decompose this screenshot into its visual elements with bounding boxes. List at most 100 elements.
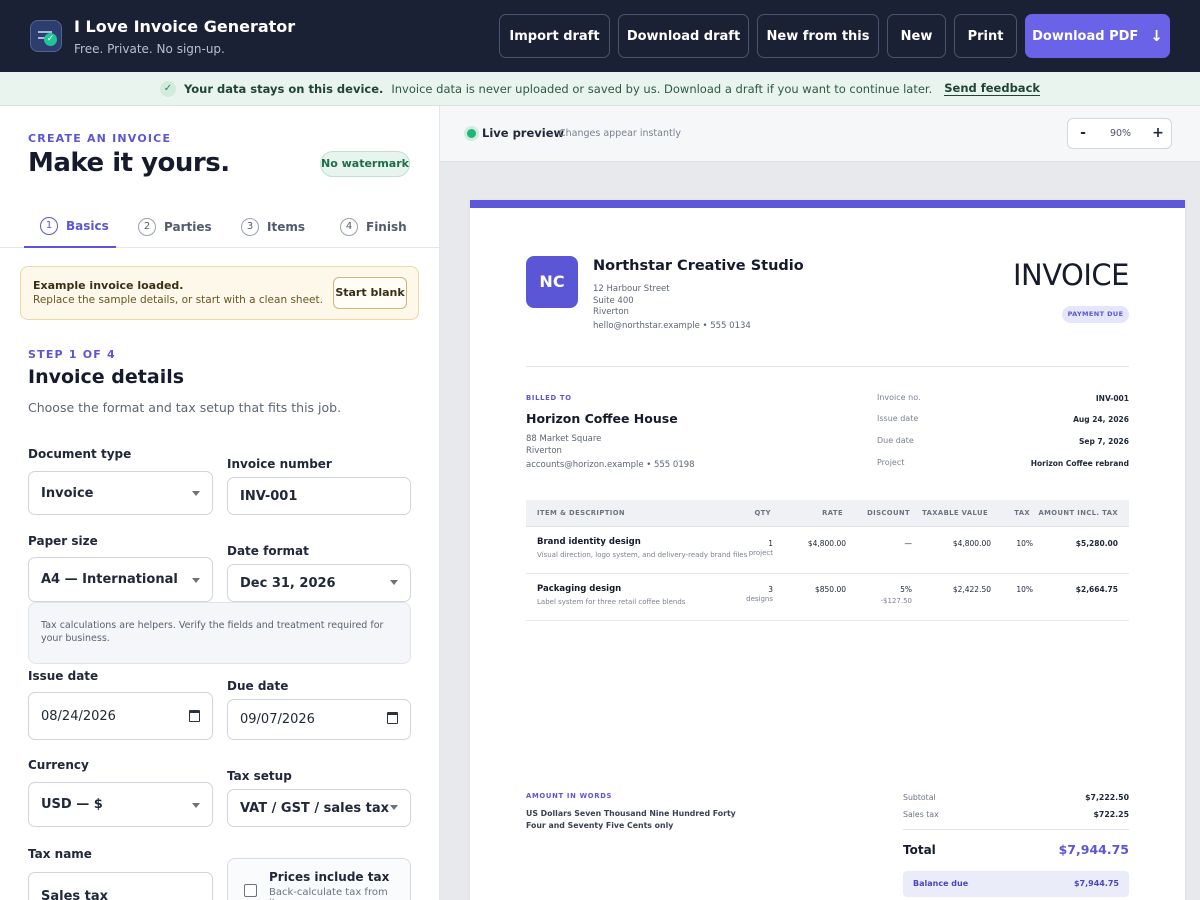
app-title: I Love Invoice Generator <box>74 17 296 36</box>
tab-items[interactable]: 3 Items <box>241 206 305 248</box>
company-name: Northstar Creative Studio <box>593 258 804 274</box>
item-discount-amount: -$127.50 <box>880 597 912 605</box>
chevron-down-icon <box>192 491 200 496</box>
due-date-label: Due date <box>227 679 289 693</box>
item-rate: $850.00 <box>814 585 846 594</box>
meta-value: Aug 24, 2026 <box>1073 415 1129 424</box>
example-loaded-banner: Example invoice loaded. Replace the samp… <box>20 266 419 320</box>
client-contact: accounts@horizon.example • 555 0198 <box>526 460 695 470</box>
col-item: ITEM & DESCRIPTION <box>537 509 625 517</box>
company-logo: NC <box>526 256 578 308</box>
col-amount: AMOUNT INCL. TAX <box>1038 509 1118 517</box>
tax-name-input[interactable]: Sales tax <box>28 872 213 900</box>
table-row: Brand identity design Visual direction, … <box>526 527 1129 574</box>
tab-number: 3 <box>241 218 259 236</box>
tax-helper-note: Tax calculations are helpers. Verify the… <box>28 602 411 664</box>
company-contact: hello@northstar.example • 555 0134 <box>593 321 751 331</box>
total-value: $7,944.75 <box>1058 842 1129 857</box>
payment-status-badge: PAYMENT DUE <box>1062 306 1129 323</box>
tab-number: 4 <box>340 218 358 236</box>
no-watermark-badge: No watermark <box>320 151 410 177</box>
invoice-number-input[interactable]: INV-001 <box>227 477 411 515</box>
calendar-icon[interactable] <box>387 712 398 724</box>
tax-setup-select[interactable]: VAT / GST / sales tax <box>227 789 411 827</box>
invoice-paper: NC Northstar Creative Studio 12 Harbour … <box>470 200 1185 900</box>
download-pdf-button[interactable]: Download PDF ↓ <box>1025 14 1170 58</box>
company-address-line: 12 Harbour Street <box>593 284 670 294</box>
currency-select[interactable]: USD — $ <box>28 782 213 827</box>
item-qty: 3 <box>768 585 773 594</box>
date-format-value: Dec 31, 2026 <box>240 575 336 591</box>
item-amount: $5,280.00 <box>1075 539 1118 548</box>
import-draft-button[interactable]: Import draft <box>499 14 610 58</box>
new-from-this-button[interactable]: New from this <box>757 14 879 58</box>
item-unit: designs <box>746 595 773 603</box>
item-discount: 5% <box>900 585 912 594</box>
subtotal-label: Subtotal <box>903 793 936 802</box>
meta-value: Sep 7, 2026 <box>1078 437 1129 446</box>
balance-due-label: Balance due <box>913 879 969 888</box>
zoom-level: 90% <box>1109 128 1132 139</box>
col-taxable: TAXABLE VALUE <box>922 509 988 517</box>
chevron-down-icon <box>390 805 398 810</box>
check-circle-icon: ✓ <box>159 80 176 97</box>
zoom-in-button[interactable]: + <box>1143 119 1173 148</box>
item-rate: $4,800.00 <box>807 539 846 548</box>
item-unit: project <box>748 549 773 557</box>
chevron-down-icon <box>192 578 200 583</box>
chevron-down-icon <box>192 803 200 808</box>
date-format-select[interactable]: Dec 31, 2026 <box>227 564 411 602</box>
document-type-label: Document type <box>28 447 132 461</box>
divider <box>903 829 1129 830</box>
meta-label: Issue date <box>877 414 919 423</box>
amount-in-words: US Dollars Seven Thousand Nine Hundred F… <box>526 809 736 830</box>
issue-date-input[interactable]: 08/24/2026 <box>28 692 213 740</box>
item-tax: 10% <box>1016 539 1033 548</box>
total-label: Total <box>903 843 936 857</box>
tab-parties[interactable]: 2 Parties <box>138 206 212 248</box>
step-tabs: 1 Basics 2 Parties 3 Items 4 Finish <box>0 206 439 248</box>
divider <box>526 366 1129 367</box>
tab-basics[interactable]: 1 Basics <box>24 206 116 248</box>
meta-label: Due date <box>877 436 914 445</box>
document-type-select[interactable]: Invoice <box>28 471 213 515</box>
tax-total-value: $722.25 <box>1093 810 1129 819</box>
preview-toolbar: Live preview Changes appear instantly - … <box>440 106 1200 162</box>
paper-size-label: Paper size <box>28 534 98 548</box>
paper-size-value: A4 — International <box>41 572 178 587</box>
step-indicator: STEP 1 OF 4 <box>28 348 116 361</box>
zoom-out-button[interactable]: - <box>1068 119 1098 148</box>
date-format-label: Date format <box>227 544 309 558</box>
company-address-line: Suite 400 <box>593 296 634 306</box>
item-taxable: $2,422.50 <box>952 585 991 594</box>
tab-number: 1 <box>40 217 58 235</box>
meta-value: Horizon Coffee rebrand <box>1030 459 1129 468</box>
item-discount: — <box>904 539 913 548</box>
meta-label: Project <box>877 458 905 467</box>
prices-include-tax-option[interactable]: Prices include tax Back-calculate tax fr… <box>227 858 411 900</box>
download-draft-button[interactable]: Download draft <box>618 14 749 58</box>
tab-label: Parties <box>164 220 212 234</box>
tab-finish[interactable]: 4 Finish <box>340 206 407 248</box>
invoice-form-panel: CREATE AN INVOICE Make it yours. No wate… <box>0 106 440 900</box>
invoice-number-value: INV-001 <box>240 488 298 504</box>
live-preview-sub: Changes appear instantly <box>559 128 681 139</box>
tab-label: Items <box>267 220 305 234</box>
calendar-icon[interactable] <box>189 710 200 722</box>
download-pdf-label: Download PDF <box>1032 28 1139 44</box>
col-qty: QTY <box>754 509 771 517</box>
amount-in-words-label: AMOUNT IN WORDS <box>526 792 613 800</box>
prices-include-tax-checkbox[interactable] <box>244 884 257 897</box>
arrow-down-icon: ↓ <box>1150 27 1163 45</box>
tax-name-label: Tax name <box>28 847 92 861</box>
start-blank-button[interactable]: Start blank <box>333 277 407 309</box>
send-feedback-link[interactable]: Send feedback <box>944 81 1041 96</box>
client-name: Horizon Coffee House <box>526 411 678 426</box>
items-table-header: ITEM & DESCRIPTION QTY RATE DISCOUNT TAX… <box>526 500 1129 527</box>
paper-size-select[interactable]: A4 — International <box>28 557 213 602</box>
item-taxable: $4,800.00 <box>952 539 991 548</box>
new-button[interactable]: New <box>887 14 946 58</box>
example-text: Replace the sample details, or start wit… <box>33 294 323 306</box>
due-date-input[interactable]: 09/07/2026 <box>227 699 411 740</box>
print-button[interactable]: Print <box>954 14 1017 58</box>
